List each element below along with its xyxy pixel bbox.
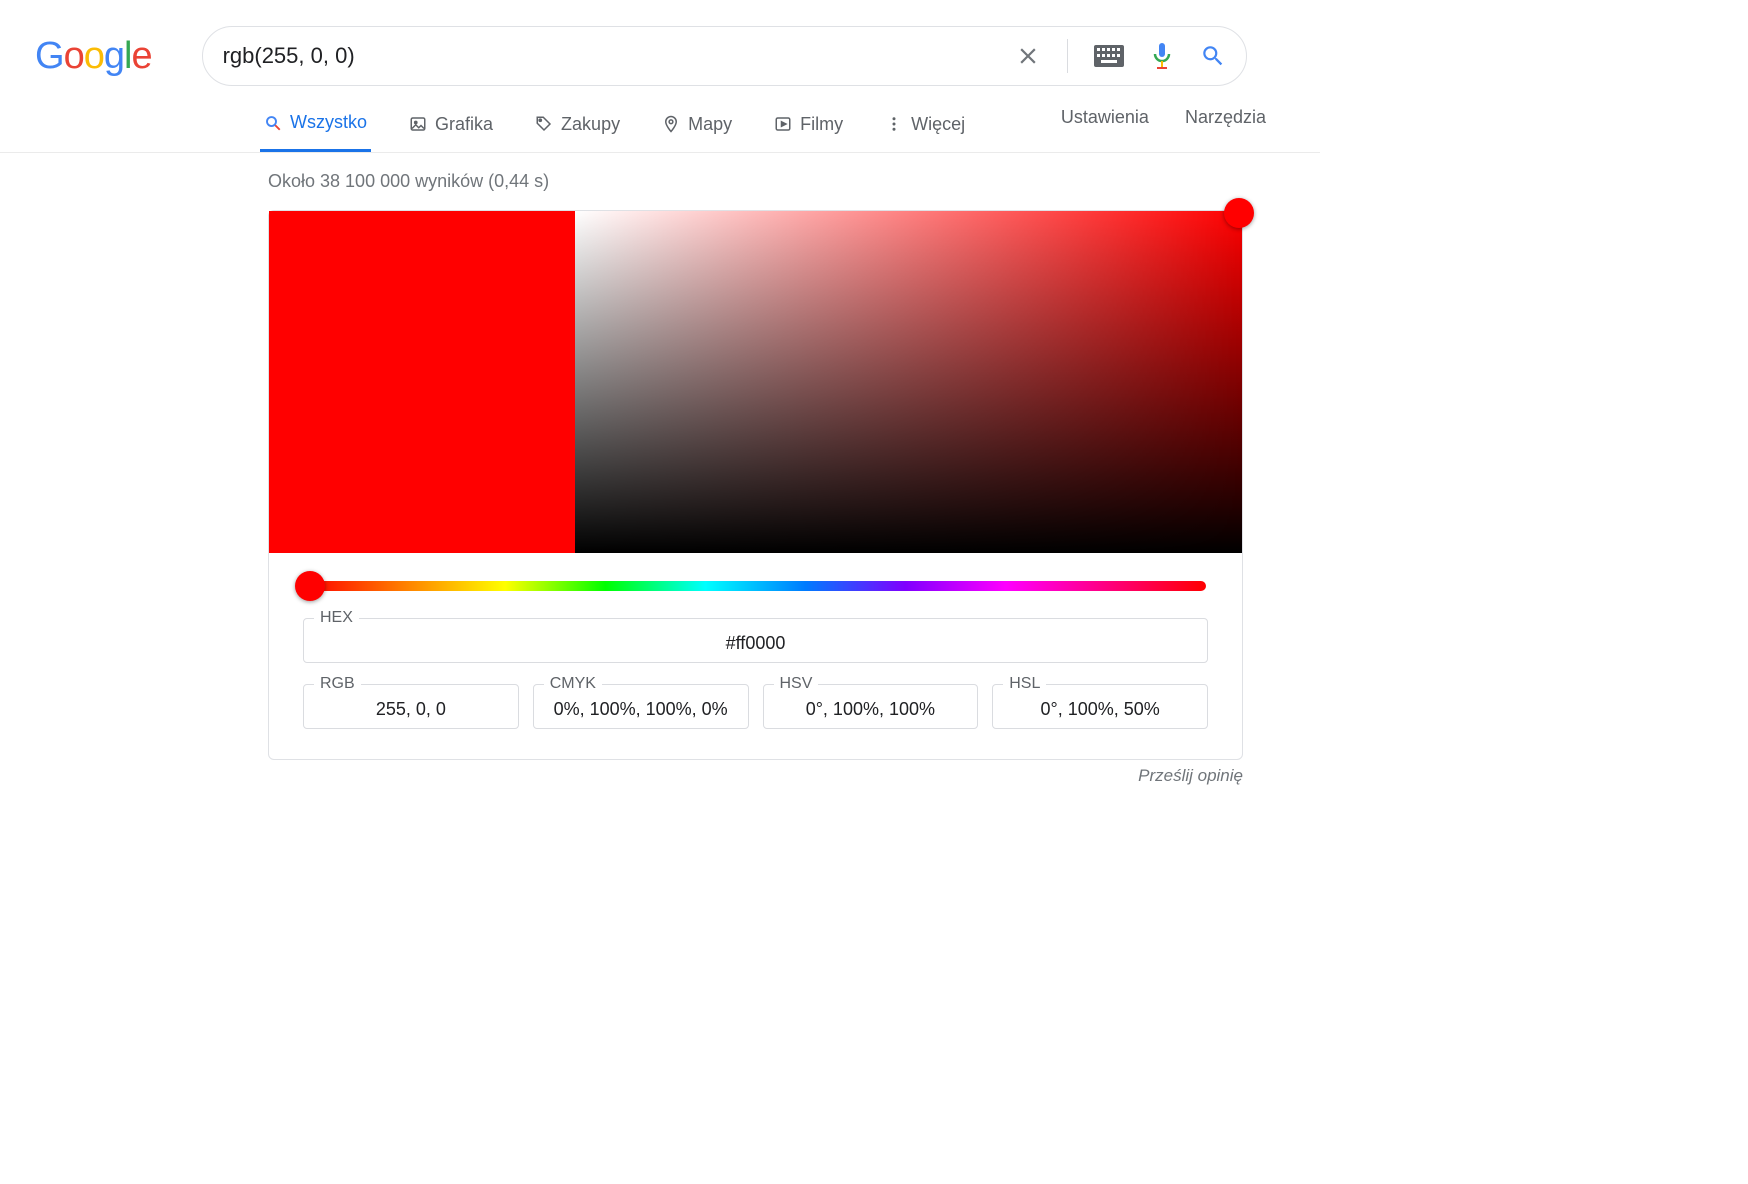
tab-images[interactable]: Grafika — [405, 100, 497, 151]
settings-link[interactable]: Ustawienia — [1061, 107, 1149, 128]
tab-maps-label: Mapy — [688, 114, 732, 135]
hsv-value: 0°, 100%, 100% — [774, 699, 968, 720]
rgb-value: 255, 0, 0 — [314, 699, 508, 720]
cmyk-label: CMYK — [544, 675, 602, 693]
hsv-label: HSV — [774, 675, 819, 693]
separator — [1067, 39, 1068, 73]
cmyk-value: 0%, 100%, 100%, 0% — [544, 699, 738, 720]
tab-maps[interactable]: Mapy — [658, 100, 736, 151]
hsl-value: 0°, 100%, 50% — [1003, 699, 1197, 720]
search-bar — [202, 26, 1247, 86]
hue-handle[interactable] — [295, 571, 325, 601]
search-input[interactable] — [223, 43, 1015, 69]
tab-shopping-label: Zakupy — [561, 114, 620, 135]
feedback-link[interactable]: Prześlij opinię — [268, 766, 1243, 786]
microphone-icon[interactable] — [1150, 42, 1174, 70]
rgb-field[interactable]: RGB 255, 0, 0 — [303, 675, 519, 729]
tab-videos[interactable]: Filmy — [770, 100, 847, 151]
tab-videos-label: Filmy — [800, 114, 843, 135]
hex-value: #ff0000 — [314, 633, 1197, 654]
color-swatch — [269, 211, 575, 553]
clear-icon[interactable] — [1015, 43, 1041, 69]
color-picker: HEX #ff0000 RGB 255, 0, 0 CMYK 0%, 100%,… — [268, 210, 1243, 760]
search-icon[interactable] — [1200, 43, 1226, 69]
tab-images-label: Grafika — [435, 114, 493, 135]
rgb-label: RGB — [314, 675, 361, 693]
hsl-label: HSL — [1003, 675, 1046, 693]
result-stats: Około 38 100 000 wyników (0,44 s) — [0, 153, 1320, 192]
tab-shopping[interactable]: Zakupy — [531, 100, 624, 151]
saturation-value-area[interactable] — [575, 211, 1242, 553]
tools-link[interactable]: Narzędzia — [1185, 107, 1266, 128]
google-logo[interactable]: Google — [35, 35, 152, 78]
tab-all-label: Wszystko — [290, 112, 367, 133]
hex-label: HEX — [314, 609, 359, 627]
sv-handle[interactable] — [1224, 198, 1254, 228]
hex-field[interactable]: HEX #ff0000 — [303, 609, 1208, 663]
tab-all[interactable]: Wszystko — [260, 98, 371, 152]
hsl-field[interactable]: HSL 0°, 100%, 50% — [992, 675, 1208, 729]
tab-more[interactable]: Więcej — [881, 100, 969, 151]
keyboard-icon[interactable] — [1094, 45, 1124, 67]
cmyk-field[interactable]: CMYK 0%, 100%, 100%, 0% — [533, 675, 749, 729]
search-tabs: Wszystko Grafika Zakupy Mapy Filmy Więce… — [0, 86, 1320, 153]
hsv-field[interactable]: HSV 0°, 100%, 100% — [763, 675, 979, 729]
tab-more-label: Więcej — [911, 114, 965, 135]
hue-slider[interactable] — [305, 581, 1206, 591]
